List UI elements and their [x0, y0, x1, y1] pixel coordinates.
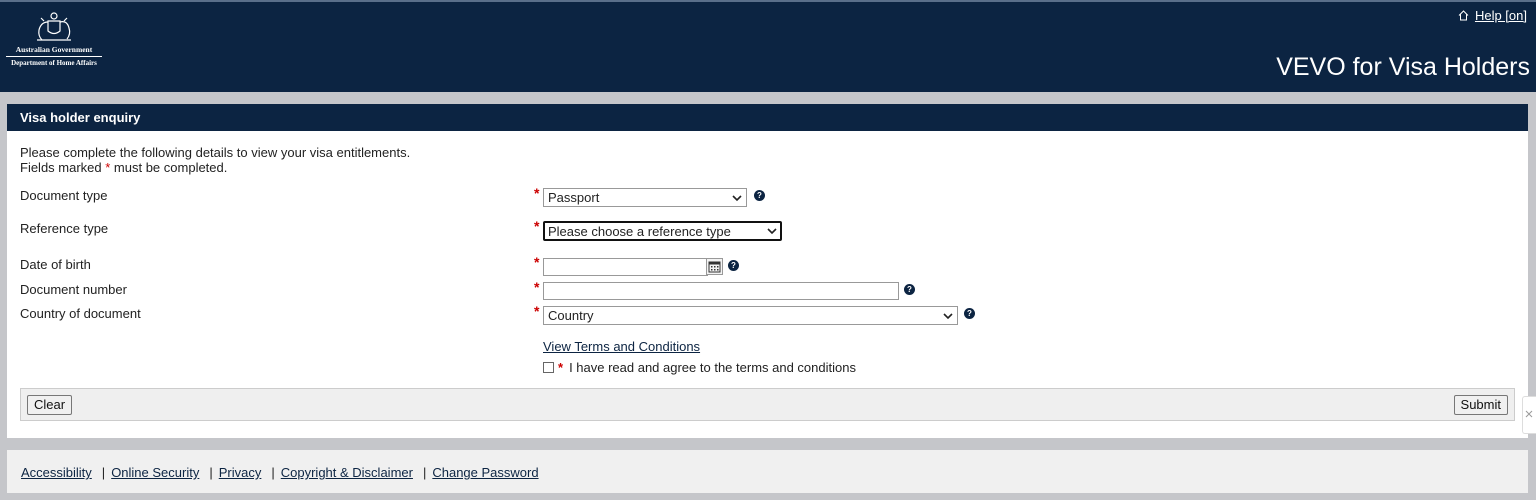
question-circle-icon[interactable]: ?	[904, 284, 915, 295]
intro-line-1: Please complete the following details to…	[20, 145, 411, 160]
document-type-select[interactable]: Passport	[543, 188, 747, 207]
document-type-required: *	[534, 185, 540, 201]
logo-divider	[6, 56, 102, 57]
footer: Accessibility | Online Security | Privacy | Co…	[7, 450, 1528, 493]
footer-separator: |	[271, 465, 275, 480]
expand-icon	[1525, 410, 1533, 418]
reference-type-select[interactable]: Please choose a reference type	[543, 221, 782, 241]
submit-button[interactable]: Submit	[1453, 395, 1508, 415]
footer-link-privacy[interactable]: Privacy	[219, 465, 262, 480]
date-of-birth-input[interactable]	[543, 258, 708, 276]
australian-government-logo: Australian Government Department of Home…	[4, 10, 104, 74]
chevron-down-icon	[767, 228, 777, 235]
reference-type-value: Please choose a reference type	[548, 223, 731, 239]
terms-checkbox[interactable]	[543, 362, 554, 373]
document-type-label: Document type	[20, 188, 108, 203]
terms-required: *	[558, 360, 564, 375]
terms-link[interactable]: View Terms and Conditions	[543, 339, 700, 354]
intro-line-2: Fields marked * must be completed.	[20, 160, 410, 175]
logo-government-text: Australian Government	[15, 45, 93, 54]
country-select[interactable]: Country	[543, 306, 958, 325]
intro-suffix: must be completed.	[110, 160, 228, 175]
help-toggle[interactable]: Help [on]	[1458, 8, 1527, 23]
side-feedback-tab[interactable]	[1522, 396, 1536, 434]
footer-separator: |	[422, 465, 427, 480]
footer-link-accessibility[interactable]: Accessibility	[21, 465, 92, 480]
reference-type-label: Reference type	[20, 221, 109, 236]
country-value: Country	[548, 308, 594, 323]
app-title: VEVO for Visa Holders	[1276, 53, 1530, 81]
logo-department-text: Department of Home Affairs	[11, 59, 97, 67]
footer-separator: |	[101, 465, 106, 480]
footer-link-copyright[interactable]: Copyright & Disclaimer	[281, 465, 413, 480]
chevron-down-icon	[732, 194, 742, 201]
coat-of-arms-icon	[37, 12, 71, 41]
document-number-label: Document number	[20, 282, 127, 297]
question-circle-icon[interactable]: ?	[754, 190, 765, 201]
reference-type-required: *	[534, 218, 540, 234]
country-required: *	[534, 303, 540, 319]
terms-agreement-label[interactable]: I have read and agree to the terms and c…	[569, 360, 856, 375]
document-number-required: *	[534, 279, 540, 295]
question-circle-icon[interactable]: ?	[728, 260, 739, 271]
panel-title: Visa holder enquiry	[7, 104, 1528, 131]
terms-agreement: * I have read and agree to the terms and…	[543, 360, 856, 375]
document-number-input[interactable]	[543, 282, 899, 300]
home-icon	[1458, 10, 1469, 21]
footer-link-change-password[interactable]: Change Password	[432, 465, 538, 480]
site-header: Australian Government Department of Home…	[0, 0, 1536, 92]
clear-button[interactable]: Clear	[27, 395, 73, 415]
intro-text: Please complete the following details to…	[20, 145, 410, 175]
button-bar: Clear Submit	[20, 388, 1515, 421]
calendar-button[interactable]	[706, 258, 723, 275]
date-of-birth-required: *	[534, 254, 540, 270]
visa-enquiry-panel: Visa holder enquiry Please complete the …	[7, 104, 1528, 438]
footer-link-online-security[interactable]: Online Security	[111, 465, 199, 480]
chevron-down-icon	[943, 312, 953, 319]
footer-separator: |	[209, 465, 213, 480]
document-type-value: Passport	[548, 190, 600, 205]
date-of-birth-label: Date of birth	[20, 257, 91, 272]
calendar-icon	[708, 261, 721, 273]
intro-prefix: Fields marked	[20, 160, 106, 175]
help-link[interactable]: Help [on]	[1475, 8, 1527, 23]
country-label: Country of document	[20, 306, 141, 321]
question-circle-icon[interactable]: ?	[964, 308, 975, 319]
